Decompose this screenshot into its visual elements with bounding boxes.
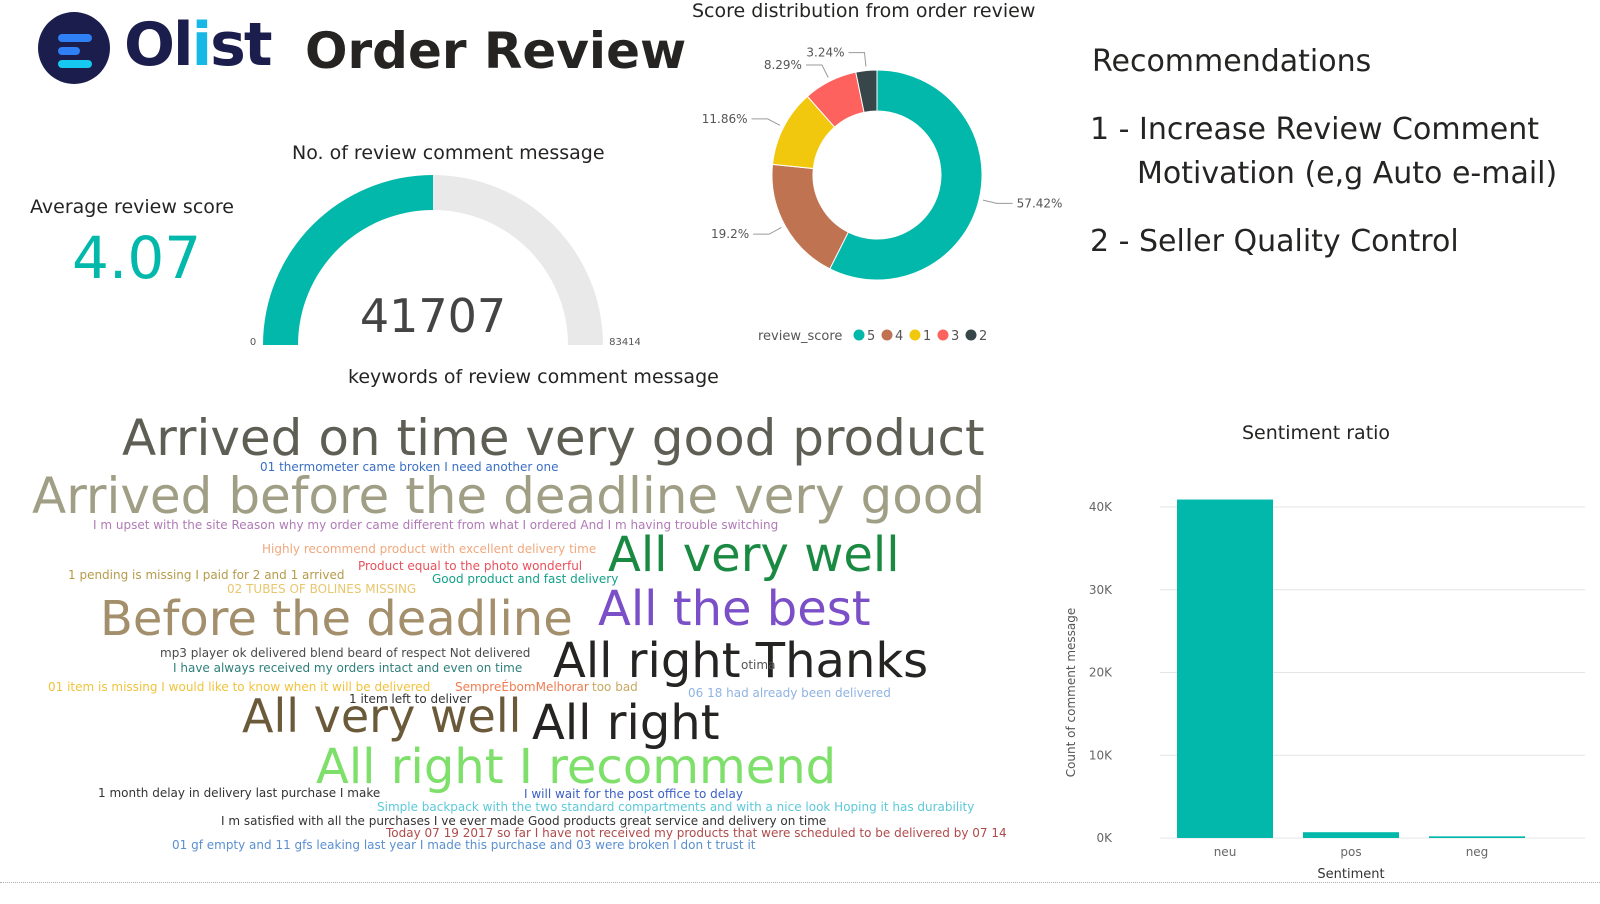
wordcloud-word: All right I recommend [316, 739, 837, 795]
y-tick-label: 30K [1089, 583, 1113, 597]
gauge-value-label: 41707 [360, 289, 506, 343]
legend-swatch-score-1[interactable] [909, 329, 921, 341]
page-title: Order Review [305, 22, 687, 80]
wordcloud-word: I will wait for the post office to delay [524, 787, 743, 801]
donut-title: Score distribution from order review [692, 0, 1036, 22]
y-tick-label: 20K [1089, 666, 1113, 680]
wordcloud-word: Arrived before the deadline very good [32, 467, 986, 525]
wordcloud-word: 1 pending is missing I paid for 2 and 1 … [68, 568, 345, 582]
wordcloud-word: Good product and fast delivery [432, 572, 619, 586]
wordcloud: Arrived on time very good product 01 ther… [0, 395, 1040, 875]
bar-pos[interactable] [1303, 832, 1399, 838]
wordcloud-word: 1 month delay in delivery last purchase … [98, 786, 381, 800]
kpi-label: Average review score [30, 196, 234, 218]
wordcloud-word: All very well [608, 527, 900, 583]
legend-swatch-score-3[interactable] [937, 329, 949, 341]
donut-chart[interactable]: 57.42% 19.2% 11.86% 8.29% 3.24% review_score 5… [690, 30, 1080, 360]
wordcloud-word: 01 gf empty and 11 gfs leaking last year… [172, 838, 756, 852]
donut-leader-line [753, 226, 782, 235]
legend-label-score-5: 5 [867, 329, 875, 344]
wordcloud-word: Before the deadline [100, 591, 573, 647]
legend-swatch-score-5[interactable] [853, 329, 865, 341]
donut-slice-score-4[interactable] [771, 163, 849, 270]
recommendations-title: Recommendations [1092, 44, 1372, 79]
y-tick-label: 10K [1089, 748, 1113, 762]
wordcloud-word: mp3 player ok delivered blend beard of r… [160, 646, 531, 660]
wordcloud-word: All the best [598, 581, 871, 637]
recommendation-1: 1 - Increase Review Comment [1090, 112, 1540, 147]
legend-label-score-2: 2 [979, 329, 987, 344]
x-tick-label: neu [1214, 845, 1237, 859]
y-tick-label: 0K [1096, 831, 1113, 845]
wordcloud-word: All very well [242, 689, 522, 743]
donut-data-label: 57.42% [1017, 196, 1063, 210]
olist-logo-wordmark: Olist [124, 10, 273, 80]
legend-label-score-3: 3 [951, 329, 959, 344]
x-tick-label: neg [1466, 845, 1489, 859]
wordcloud-word: Highly recommend product with excellent … [262, 542, 597, 556]
recommendation-2: 2 - Seller Quality Control [1090, 224, 1459, 259]
donut-leader-line [751, 118, 781, 126]
legend-swatch-score-4[interactable] [881, 329, 893, 341]
wordcloud-word: Simple backpack with the two standard co… [377, 800, 975, 814]
donut-data-label: 19.2% [711, 227, 749, 241]
x-axis-label: Sentiment [1317, 867, 1384, 882]
recommendation-1-continued: Motivation (e,g Auto e-mail) [1137, 156, 1558, 191]
donut-leader-line [848, 52, 867, 67]
gauge-max-label: 83414 [609, 337, 640, 348]
wordcloud-word: Product equal to the photo wonderful [358, 559, 583, 573]
bar-chart[interactable]: 0K 10K 20K 30K 40K neu pos neg Sentiment Count of… [1060, 450, 1600, 884]
bar-neg[interactable] [1429, 836, 1525, 838]
bar-chart-title: Sentiment ratio [1242, 422, 1391, 444]
y-tick-label: 40K [1089, 500, 1113, 514]
wordcloud-title: keywords of review comment message [348, 366, 719, 388]
page-bottom-divider [0, 882, 1600, 883]
legend-label-score-1: 1 [923, 329, 931, 344]
y-axis-label: Count of comment message [1064, 608, 1078, 778]
donut-leader-line [805, 64, 829, 78]
legend-label-score-4: 4 [895, 329, 903, 344]
x-tick-label: pos [1340, 845, 1361, 859]
bar-neu[interactable] [1177, 499, 1273, 838]
donut-data-label: 11.86% [702, 112, 748, 126]
legend-swatch-score-2[interactable] [965, 329, 977, 341]
donut-leader-line [982, 199, 1013, 204]
wordcloud-word: otima [741, 658, 776, 672]
gauge-title: No. of review comment message [292, 142, 605, 164]
gauge-min-label: 0 [250, 337, 256, 348]
olist-logo-icon [38, 12, 110, 84]
wordcloud-word: too bad [592, 680, 638, 694]
wordcloud-word: I have always received my orders intact … [173, 661, 523, 675]
donut-data-label: 3.24% [806, 46, 844, 60]
wordcloud-word: Arrived on time very good product [122, 409, 985, 467]
legend-title: review_score [758, 329, 842, 344]
kpi-value: 4.07 [72, 224, 202, 292]
gauge-chart[interactable]: 41707 0 83414 [240, 170, 640, 355]
donut-data-label: 8.29% [764, 58, 802, 72]
